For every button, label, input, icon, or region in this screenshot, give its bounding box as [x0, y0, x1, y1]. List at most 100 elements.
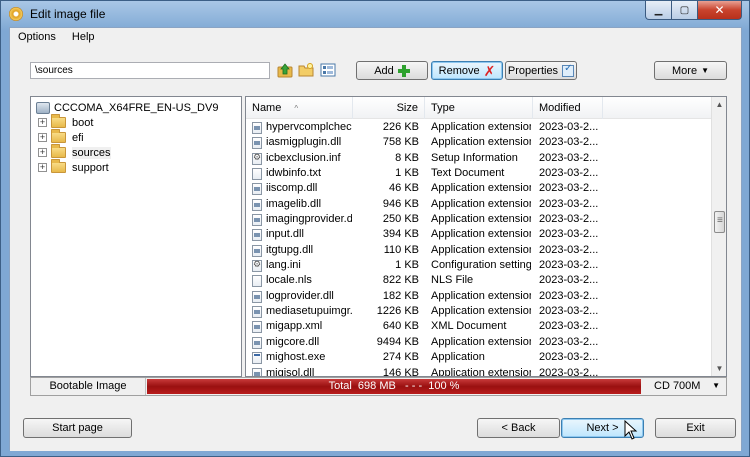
table-row[interactable]: logprovider.dll 182 KB Application extensi… [246, 289, 712, 304]
file-name-cell: iiscomp.dll [266, 182, 318, 195]
file-name-cell: mediasetupuimgr.dll [266, 305, 352, 318]
up-folder-icon[interactable] [277, 62, 293, 78]
status-bar: Bootable Image Total 698 MB - - - 100 % … [30, 377, 727, 396]
expand-icon[interactable]: + [38, 118, 47, 127]
more-button[interactable]: More ▼ [654, 61, 727, 80]
minimize-button[interactable]: ▁ [645, 1, 672, 20]
vertical-scrollbar[interactable]: ▲ ▼ [711, 97, 726, 376]
file-modified-cell: 2023-03-2... [539, 289, 599, 302]
file-modified-cell: 2023-03-2... [539, 305, 599, 318]
file-modified-cell: 2023-03-2... [539, 228, 599, 241]
tree-item-sources[interactable]: + sources [38, 144, 111, 160]
scroll-down-icon[interactable]: ▼ [712, 361, 726, 376]
expand-icon[interactable]: + [38, 148, 47, 157]
file-list[interactable]: Name ^ Size Type Modified hypervcomplche… [245, 96, 727, 377]
table-row[interactable]: migapp.xml 640 KB XML Document 2023-03-2... [246, 319, 712, 334]
file-txt-icon [252, 275, 262, 288]
file-size-cell: 1 KB [395, 167, 419, 180]
tree-item-efi[interactable]: + efi [38, 129, 84, 145]
table-row[interactable]: itgtupg.dll 110 KB Application extension 20… [246, 243, 712, 258]
file-type-cell: Application extension [431, 197, 531, 210]
column-modified[interactable]: Modified [533, 97, 603, 119]
folder-tree[interactable]: CCCOMA_X64FRE_EN-US_DV9 + boot + efi + s… [30, 96, 242, 377]
file-type-cell: Application extension [431, 366, 531, 377]
add-label: Add [374, 64, 394, 77]
file-modified-cell: 2023-03-2... [539, 167, 599, 180]
table-row[interactable]: input.dll 394 KB Application extension 2023… [246, 227, 712, 242]
media-size-select[interactable]: CD 700M ▼ [646, 378, 726, 395]
file-size-cell: 146 KB [382, 366, 419, 377]
file-type-cell: Application extension [431, 305, 531, 318]
tree-root[interactable]: CCCOMA_X64FRE_EN-US_DV9 [36, 100, 218, 115]
add-button[interactable]: Add [356, 61, 428, 80]
scroll-thumb[interactable] [714, 211, 725, 233]
file-type-cell: Application extension [431, 335, 531, 348]
file-type-cell: Application extension [431, 243, 531, 256]
file-name-cell: migisol.dll [266, 366, 315, 377]
file-type-cell: Text Document [431, 167, 505, 180]
expand-icon[interactable]: + [38, 163, 47, 172]
table-row[interactable]: migcore.dll 9494 KB Application extension 2… [246, 335, 712, 350]
file-dll-icon [252, 214, 262, 227]
table-row[interactable]: imagelib.dll 946 KB Application extension 2… [246, 197, 712, 212]
back-button[interactable]: < Back [477, 418, 560, 438]
close-button[interactable]: ✕ [698, 1, 742, 20]
table-row[interactable]: imagingprovider.dll 250 KB Application ext… [246, 212, 712, 227]
file-modified-cell: 2023-03-2... [539, 335, 599, 348]
tree-item-label: sources [72, 146, 111, 159]
new-folder-icon[interactable] [298, 62, 314, 78]
table-row[interactable]: locale.nls 822 KB NLS File 2023-03-2... [246, 273, 712, 288]
file-modified-cell: 2023-03-2... [539, 151, 599, 164]
app-disc-icon [9, 7, 23, 21]
column-size[interactable]: Size [353, 97, 425, 119]
scroll-up-icon[interactable]: ▲ [712, 97, 726, 112]
file-dll-icon [252, 244, 262, 257]
menu-help[interactable]: Help [64, 28, 103, 47]
file-modified-cell: 2023-03-2... [539, 121, 599, 133]
file-dll-icon [252, 290, 262, 303]
table-row[interactable]: mediasetupuimgr.dll 1226 KB Application ex… [246, 304, 712, 319]
plus-icon [397, 64, 410, 77]
tree-item-label: support [72, 161, 109, 174]
file-type-cell: Application [431, 351, 485, 364]
table-row[interactable]: migisol.dll 146 KB Application extension 20… [246, 366, 712, 377]
folder-icon [51, 159, 66, 173]
start-page-button[interactable]: Start page [23, 418, 132, 438]
table-row[interactable]: mighost.exe 274 KB Application 2023-03-2... [246, 350, 712, 365]
properties-button[interactable]: Properties [505, 61, 577, 80]
chevron-down-icon: ▼ [701, 66, 709, 75]
view-grid-icon[interactable] [320, 62, 336, 78]
expand-icon[interactable]: + [38, 133, 47, 142]
file-type-cell: Application extension [431, 213, 531, 226]
table-row[interactable]: iiscomp.dll 46 KB Application extension 202… [246, 181, 712, 196]
table-row[interactable]: iasmigplugin.dll 758 KB Application extens… [246, 135, 712, 150]
file-name-cell: locale.nls [266, 274, 312, 287]
table-row[interactable]: hypervcomplchec... 226 KB Application exte… [246, 120, 712, 135]
tree-item-support[interactable]: + support [38, 159, 109, 175]
table-row[interactable]: lang.ini 1 KB Configuration settings 2023-0… [246, 258, 712, 273]
tree-item-boot[interactable]: + boot [38, 114, 93, 130]
file-name-cell: imagingprovider.dll [266, 213, 352, 226]
path-input[interactable]: \sources [30, 62, 270, 79]
maximize-button[interactable]: ▢ [672, 1, 698, 20]
caption-buttons: ▁ ▢ ✕ [645, 1, 742, 20]
file-size-cell: 758 KB [382, 136, 419, 149]
file-modified-cell: 2023-03-2... [539, 366, 599, 377]
column-type[interactable]: Type [425, 97, 533, 119]
title-bar[interactable]: Edit image file ▁ ▢ ✕ [1, 1, 749, 27]
file-dll-icon [252, 336, 262, 349]
remove-button[interactable]: Remove ✗ [431, 61, 503, 80]
file-size-cell: 822 KB [382, 274, 419, 287]
file-name-cell: migcore.dll [266, 335, 320, 348]
file-modified-cell: 2023-03-2... [539, 320, 599, 333]
table-row[interactable]: icbexclusion.inf 8 KB Setup Information 202… [246, 151, 712, 166]
main-panel: \sources Add Remove ✗ Properties ✓ More … [10, 47, 741, 451]
file-modified-cell: 2023-03-2... [539, 274, 599, 287]
column-name[interactable]: Name ^ [246, 97, 353, 119]
menu-options[interactable]: Options [10, 28, 64, 47]
tree-item-label: efi [72, 131, 84, 144]
file-size-cell: 46 KB [389, 182, 419, 195]
properties-label: Properties [507, 64, 559, 77]
table-row[interactable]: idwbinfo.txt 1 KB Text Document 2023-03-2..… [246, 166, 712, 181]
exit-button[interactable]: Exit [655, 418, 736, 438]
